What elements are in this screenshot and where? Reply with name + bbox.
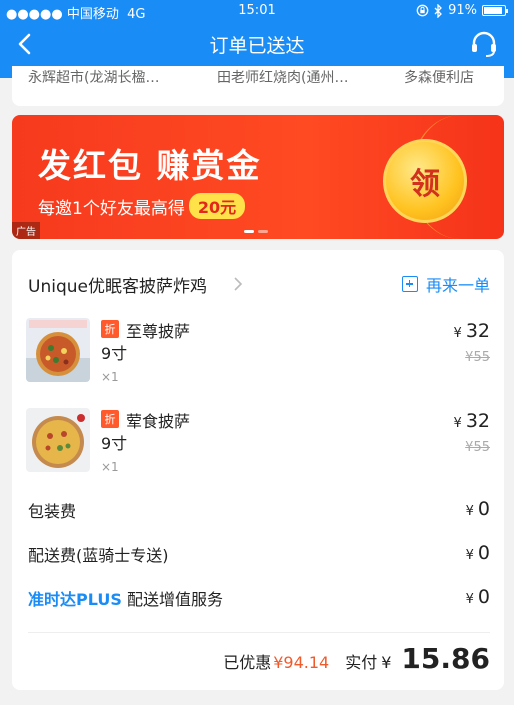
reorder-label: 再来一单 xyxy=(425,276,490,295)
fee-value: ¥0 xyxy=(466,542,490,564)
fee-amount: 0 xyxy=(477,498,490,520)
plus-service-tag: 准时达PLUS xyxy=(28,590,122,609)
fee-amount: 0 xyxy=(477,542,490,564)
store-name[interactable]: Unique优眠客披萨炸鸡 xyxy=(28,272,207,297)
item-name: 至尊披萨 xyxy=(126,322,191,341)
paid-currency: ¥ xyxy=(381,653,392,672)
nav-bar: 订单已送达 xyxy=(0,22,514,66)
item-price-value: 32 xyxy=(465,410,490,432)
headset-icon[interactable] xyxy=(468,28,500,60)
item-name: 荤食披萨 xyxy=(126,412,191,431)
add-square-icon xyxy=(401,276,418,292)
currency-symbol: ¥ xyxy=(465,592,474,607)
reorder-button[interactable]: 再来一单 xyxy=(401,272,490,296)
currency-symbol: ¥ xyxy=(465,548,474,563)
item-quantity: ×1 xyxy=(101,460,119,474)
fee-value: ¥0 xyxy=(466,498,490,520)
paid-amount: 15.86 xyxy=(401,642,490,675)
order-item: 折 至尊披萨 9寸 ×1 ¥32 ¥55 xyxy=(26,318,490,388)
fee-row-plus-service: 准时达PLUS 配送增值服务 ¥0 xyxy=(28,586,490,610)
claim-coin-button[interactable]: 领 xyxy=(383,139,467,223)
banner-subtitle: 每邀1个好友最高得 20元 xyxy=(38,193,246,219)
page-title: 订单已送达 xyxy=(209,35,305,57)
discount-badge: 折 xyxy=(101,410,119,428)
fee-row-delivery: 配送费(蓝骑士专送) ¥0 xyxy=(28,542,490,566)
fee-value: ¥0 xyxy=(466,586,490,608)
store-link[interactable]: 多森便利店 xyxy=(404,67,474,87)
bluetooth-icon xyxy=(434,3,443,18)
currency-symbol: ¥ xyxy=(453,326,462,341)
carousel-dot xyxy=(258,230,268,233)
carousel-dots xyxy=(244,230,268,233)
divider xyxy=(28,632,490,633)
item-spec: 9寸 xyxy=(101,434,128,453)
order-item: 折 荤食披萨 9寸 ×1 ¥32 ¥55 xyxy=(26,408,490,478)
discount-badge: 折 xyxy=(101,320,119,338)
pizza-thumbnail xyxy=(26,318,90,382)
banner-sub-text: 每邀1个好友最高得 xyxy=(38,198,185,219)
chevron-right-icon[interactable] xyxy=(231,276,245,292)
item-price: ¥32 xyxy=(454,320,490,342)
fee-label: 配送增值服务 xyxy=(126,590,223,609)
item-price: ¥32 xyxy=(454,410,490,432)
fee-label: 配送费(蓝骑士专送) xyxy=(28,546,169,565)
battery-percent: 91% xyxy=(448,3,477,18)
store-recommendations: 永辉超市(龙湖长楹… 田老师红烧肉(通州… 多森便利店 xyxy=(12,66,504,106)
fee-row-packaging: 包装费 ¥0 xyxy=(28,498,490,522)
rotation-lock-icon xyxy=(416,4,429,17)
item-original-price: ¥55 xyxy=(465,350,490,365)
battery-icon xyxy=(482,5,508,16)
order-card: Unique优眠客披萨炸鸡 再来一单 折 至尊披萨 9寸 ×1 ¥32 ¥55 xyxy=(12,250,504,690)
item-original-price: ¥55 xyxy=(465,440,490,455)
banner-headline: 发红包 赚赏金 xyxy=(38,146,262,185)
saved-label: 已优惠 xyxy=(223,653,272,672)
order-total: 已优惠 ¥94.14 实付 ¥ 15.86 xyxy=(223,642,490,675)
pizza-thumbnail xyxy=(26,408,90,472)
currency-symbol: ¥ xyxy=(465,504,474,519)
item-quantity: ×1 xyxy=(101,370,119,384)
saved-amount: ¥94.14 xyxy=(273,653,330,672)
store-link[interactable]: 田老师红烧肉(通州… xyxy=(217,67,348,87)
paid-label: 实付 xyxy=(345,653,378,672)
carousel-dot xyxy=(244,230,254,233)
item-spec: 9寸 xyxy=(101,344,128,363)
promo-banner[interactable]: 发红包 赚赏金 每邀1个好友最高得 20元 领 广告 xyxy=(12,115,504,239)
fee-amount: 0 xyxy=(477,586,490,608)
item-price-value: 32 xyxy=(465,320,490,342)
store-link[interactable]: 永辉超市(龙湖长楹… xyxy=(28,67,159,87)
currency-symbol: ¥ xyxy=(453,416,462,431)
status-bar: ●●●●● 中国移动 4G 15:01 91% xyxy=(0,0,514,22)
fee-label: 包装费 xyxy=(28,502,77,521)
banner-amount: 20元 xyxy=(188,193,246,219)
ad-label: 广告 xyxy=(12,222,40,239)
